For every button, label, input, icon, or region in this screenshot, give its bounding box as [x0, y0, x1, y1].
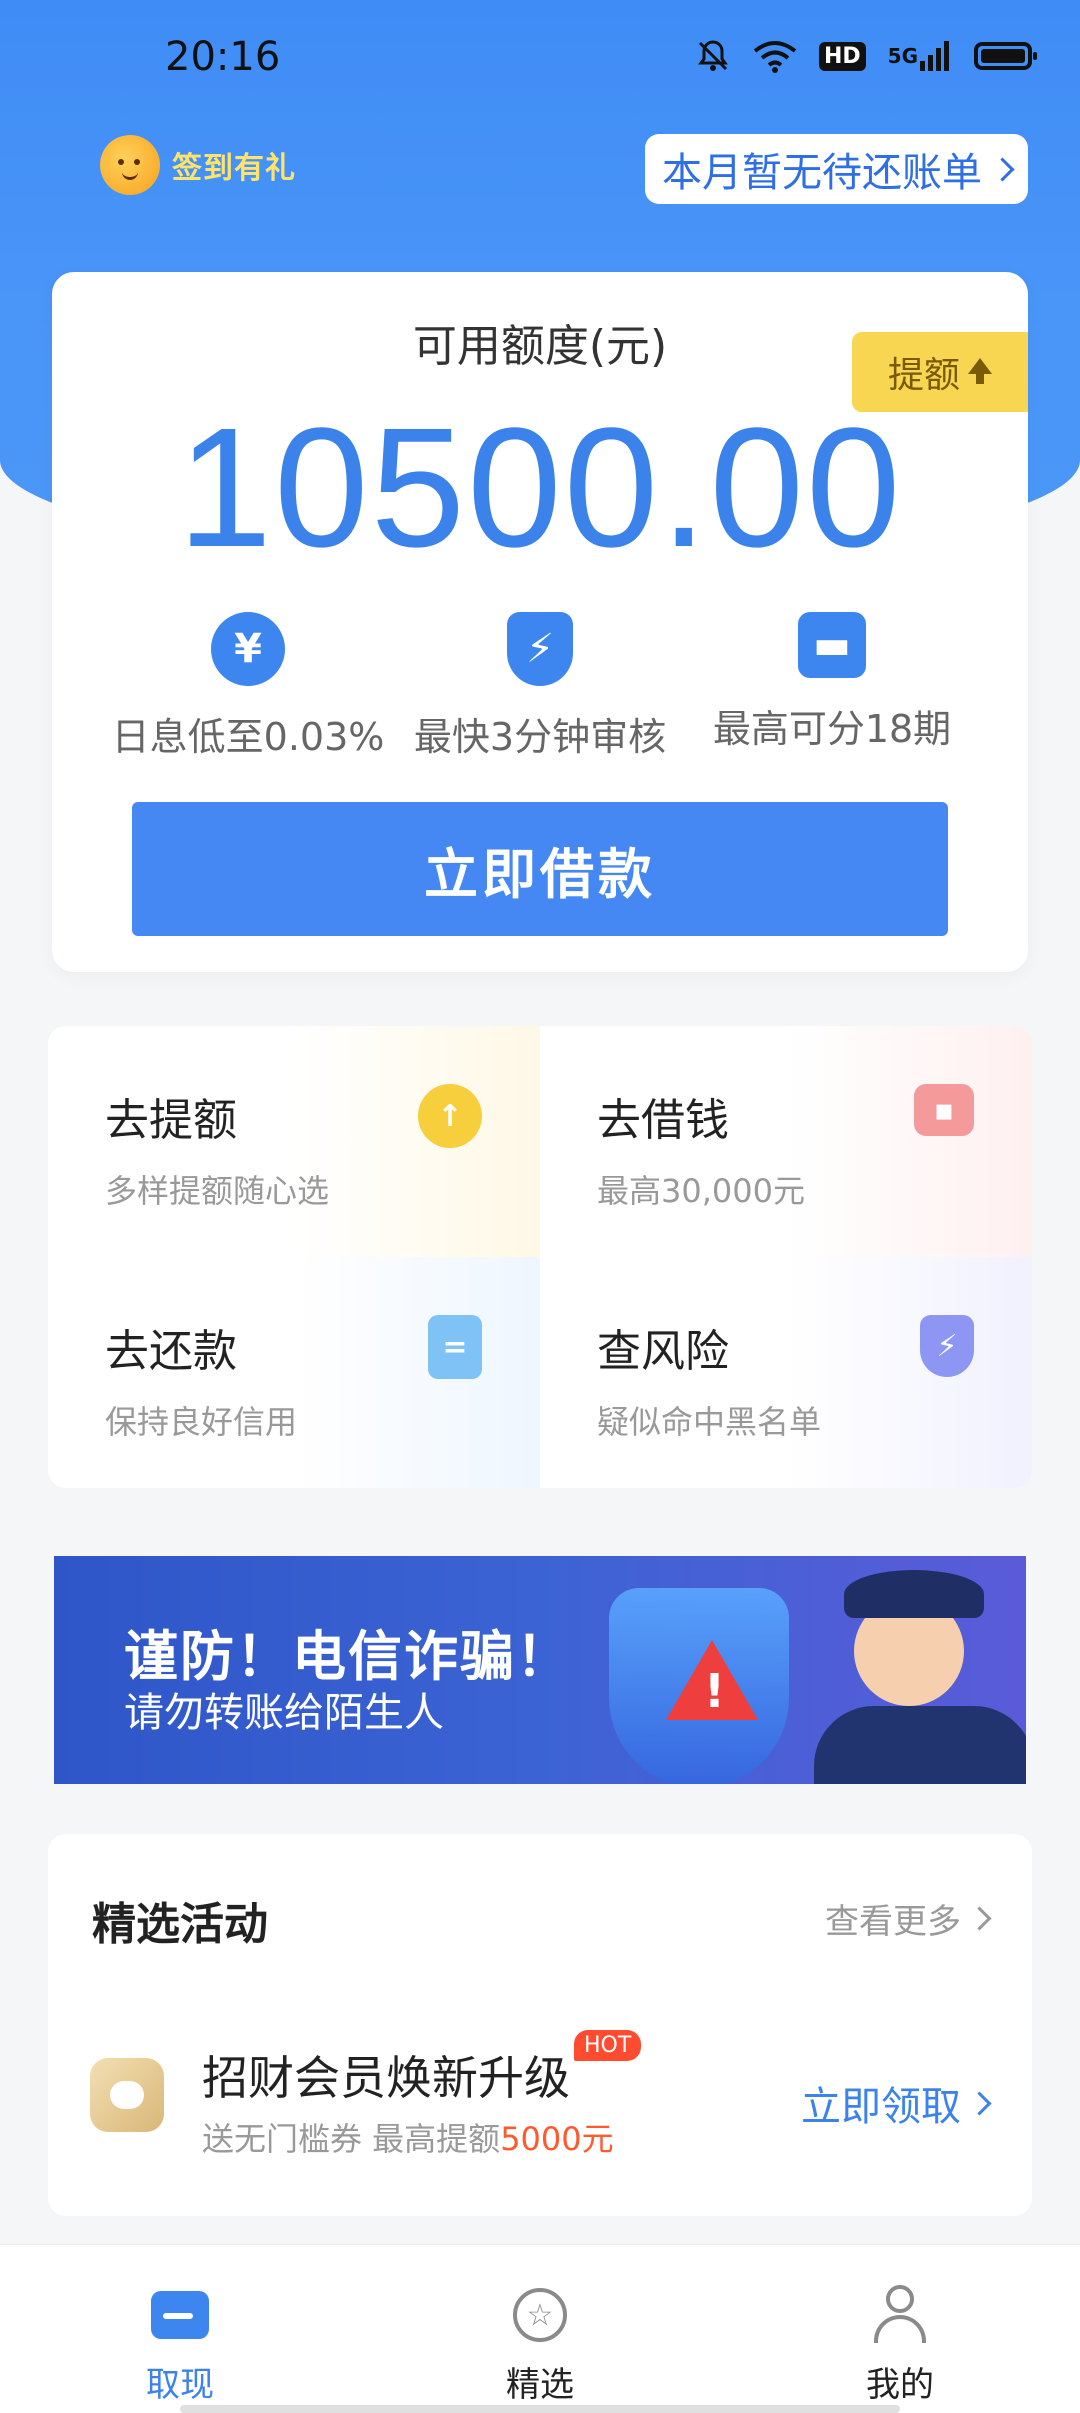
quick-action-repay[interactable]: 去还款 保持良好信用 = — [48, 1257, 540, 1488]
mute-bell-icon — [695, 36, 731, 76]
battery-icon — [974, 36, 1037, 76]
quick-actions-grid: 去提额 多样提额随心选 ↑ 去借钱 最高30,000元 ▪ 去还款 保持良好信用… — [48, 1026, 1032, 1488]
banner-subline: 请勿转账给陌生人 — [124, 1690, 444, 1736]
user-icon — [870, 2285, 930, 2345]
checkin-button[interactable]: 签到有礼 — [100, 135, 296, 195]
tab-cash[interactable]: 取现 — [60, 2245, 300, 2413]
feature-label: 最快3分钟审核 — [413, 715, 667, 759]
anti-fraud-banner[interactable]: 谨防！电信诈骗！ 请勿转账给陌生人 ! — [54, 1556, 1026, 1784]
status-time: 20:16 — [165, 34, 281, 80]
activity-section-title: 精选活动 — [92, 1899, 268, 1950]
activity-item-title: 招财会员焕新升级 — [202, 2051, 570, 2105]
bottom-tab-bar: 取现 ☆ 精选 我的 — [0, 2244, 1080, 2413]
quick-action-raise-limit[interactable]: 去提额 多样提额随心选 ↑ — [48, 1026, 540, 1257]
tab-featured[interactable]: ☆ 精选 — [420, 2245, 660, 2413]
tab-label: 我的 — [866, 2365, 934, 2405]
quick-action-subtitle: 最高30,000元 — [597, 1172, 805, 1210]
available-amount: 10500.00 — [177, 393, 903, 583]
status-bar: 20:16 HD 5G — [0, 0, 1080, 120]
feature-label: 最高可分18期 — [712, 707, 952, 751]
up-arrow-icon — [968, 358, 992, 384]
exclamation-icon: ! — [704, 1664, 725, 1718]
bill-status-label: 本月暂无待还账单 — [662, 150, 982, 196]
claim-now-label: 立即领取 — [801, 2084, 961, 2130]
feature-list: ¥ 日息低至0.03% ⚡ 最快3分钟审核 ▬ 最高可分18期 — [102, 612, 978, 761]
5g-signal-icon: 5G — [888, 36, 952, 76]
sun-mascot-icon — [100, 135, 160, 195]
quick-action-check-risk[interactable]: 查风险 疑似命中黑名单 ⚡ — [540, 1257, 1032, 1488]
document-icon: = — [428, 1315, 482, 1379]
yuan-icon: ¥ — [211, 612, 285, 686]
feature-interest: ¥ 日息低至0.03% — [102, 612, 394, 761]
activity-item-description: 送无门槛券 最高提额5000元 — [202, 2120, 614, 2158]
wallet-icon — [150, 2285, 210, 2345]
calendar-icon: ▬ — [798, 612, 866, 678]
shield-icon: ⚡ — [920, 1315, 974, 1377]
star-icon: ☆ — [510, 2285, 570, 2345]
member-icon — [90, 2058, 164, 2132]
hot-badge: HOT — [574, 2030, 642, 2061]
featured-activities-card: 精选活动 查看更多 招财会员焕新升级 HOT 送无门槛券 最高提额5000元 立… — [48, 1834, 1032, 2216]
chevron-right-icon — [967, 2090, 992, 2116]
chevron-right-icon — [967, 1906, 992, 1931]
quick-action-subtitle: 保持良好信用 — [105, 1403, 298, 1441]
shield-lightning-icon: ⚡ — [507, 612, 573, 686]
checkin-label: 签到有礼 — [172, 151, 296, 186]
credit-card: 可用额度(元) 提额 10500.00 ¥ 日息低至0.03% ⚡ 最快3分钟审… — [52, 272, 1028, 972]
hd-icon: HD — [818, 36, 866, 76]
wallet-icon: ▪ — [914, 1084, 974, 1136]
chevron-right-icon — [990, 156, 1015, 182]
quick-action-subtitle: 多样提额随心选 — [105, 1172, 330, 1210]
quick-action-borrow[interactable]: 去借钱 最高30,000元 ▪ — [540, 1026, 1032, 1257]
bill-status-button[interactable]: 本月暂无待还账单 — [645, 134, 1028, 204]
tab-label: 精选 — [506, 2365, 574, 2405]
police-officer-illustration — [814, 1706, 1026, 1784]
see-more-label: 查看更多 — [825, 1902, 961, 1942]
tab-mine[interactable]: 我的 — [780, 2245, 1020, 2413]
status-icons: HD 5G — [695, 36, 1037, 76]
up-arrow-icon: ↑ — [418, 1084, 482, 1148]
feature-label: 日息低至0.03% — [111, 715, 385, 759]
quick-action-subtitle: 疑似命中黑名单 — [597, 1403, 822, 1441]
police-cap-illustration — [844, 1570, 984, 1618]
wifi-icon — [753, 36, 797, 76]
tab-label: 取现 — [146, 2365, 214, 2405]
feature-review: ⚡ 最快3分钟审核 — [394, 612, 686, 761]
see-more-link[interactable]: 查看更多 — [825, 1894, 992, 1943]
highlight-amount: 5000元 — [500, 2120, 614, 2158]
claim-now-button[interactable]: 立即领取 — [801, 2074, 992, 2132]
borrow-now-button[interactable]: 立即借款 — [132, 802, 948, 936]
feature-installments: ▬ 最高可分18期 — [686, 612, 978, 761]
